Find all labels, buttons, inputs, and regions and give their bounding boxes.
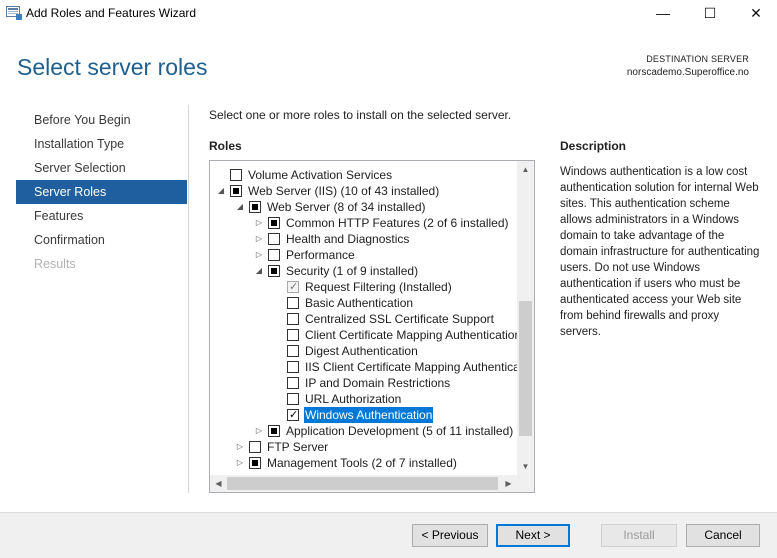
scroll-right-arrow-icon[interactable]: ▶ <box>500 475 517 492</box>
role-label[interactable]: URL Authorization <box>304 391 402 407</box>
maximize-button[interactable]: ☐ <box>687 0 733 28</box>
destination-server-name: norscademo.Superoffice.no <box>626 67 749 78</box>
role-checkbox[interactable] <box>230 185 242 197</box>
expand-arrow-icon[interactable]: ▷ <box>254 231 264 247</box>
role-checkbox[interactable] <box>249 441 261 453</box>
role-checkbox[interactable] <box>230 169 242 181</box>
role-label[interactable]: Digest Authentication <box>304 343 419 359</box>
cancel-button[interactable]: Cancel <box>686 524 760 547</box>
role-label[interactable]: IP and Domain Restrictions <box>304 375 451 391</box>
role-label[interactable]: Request Filtering (Installed) <box>304 279 453 295</box>
page-title: Select server roles <box>17 54 208 80</box>
role-checkbox[interactable] <box>287 377 299 389</box>
role-label[interactable]: Volume Activation Services <box>247 167 393 183</box>
role-label[interactable]: Windows Authentication <box>304 407 434 423</box>
title-bar: Add Roles and Features Wizard — ☐ ✕ <box>0 0 777 28</box>
scroll-left-arrow-icon[interactable]: ◀ <box>210 475 227 492</box>
install-button[interactable]: Install <box>601 524 677 547</box>
role-checkbox[interactable] <box>249 201 261 213</box>
role-label[interactable]: Web Server (IIS) (10 of 43 installed) <box>247 183 440 199</box>
role-checkbox[interactable] <box>249 457 261 469</box>
expand-arrow-icon[interactable]: ▷ <box>235 455 245 471</box>
role-checkbox[interactable] <box>268 265 280 277</box>
destination-server-label: DESTINATION SERVER <box>646 54 749 64</box>
role-label[interactable]: Performance <box>285 247 356 263</box>
role-label[interactable]: Common HTTP Features (2 of 6 installed) <box>285 215 510 231</box>
description-text: Windows authentication is a low cost aut… <box>560 166 760 338</box>
role-label[interactable]: Management Tools (2 of 7 installed) <box>266 455 458 471</box>
nav-item-server-selection[interactable]: Server Selection <box>16 156 187 180</box>
expand-arrow-icon[interactable]: ▷ <box>235 439 245 455</box>
nav-item-features[interactable]: Features <box>16 204 187 228</box>
role-label[interactable]: Client Certificate Mapping Authenticatio… <box>304 327 517 343</box>
role-checkbox[interactable] <box>268 217 280 229</box>
expand-arrow-icon[interactable]: ▷ <box>254 215 264 231</box>
collapse-arrow-icon[interactable]: ◢ <box>254 263 264 279</box>
minimize-button[interactable]: — <box>640 0 686 28</box>
horizontal-scrollbar[interactable]: ◀ ▶ <box>210 475 534 492</box>
role-checkbox[interactable] <box>268 233 280 245</box>
roles-tree[interactable]: Volume Activation Services ◢ Web Server (I… <box>209 160 535 493</box>
role-label[interactable]: FTP Server <box>266 439 329 455</box>
instructions-text: Select one or more roles to install on t… <box>209 108 512 122</box>
expand-arrow-icon[interactable]: ▷ <box>254 423 264 439</box>
role-label[interactable]: Basic Authentication <box>304 295 414 311</box>
nav-item-before-you-begin[interactable]: Before You Begin <box>16 108 187 132</box>
window-title: Add Roles and Features Wizard <box>26 6 197 20</box>
role-label[interactable]: Web Server (8 of 34 installed) <box>266 199 427 215</box>
role-checkbox[interactable] <box>268 249 280 261</box>
next-button[interactable]: Next > <box>496 524 570 547</box>
collapse-arrow-icon[interactable]: ◢ <box>235 199 245 215</box>
collapse-arrow-icon[interactable]: ◢ <box>216 183 226 199</box>
role-checkbox[interactable] <box>287 361 299 373</box>
role-label[interactable]: IIS Client Certificate Mapping Authentic… <box>304 359 517 375</box>
description-heading: Description <box>560 139 627 153</box>
expand-arrow-icon[interactable]: ▷ <box>254 247 264 263</box>
close-button[interactable]: ✕ <box>733 0 777 28</box>
role-checkbox[interactable] <box>287 393 299 405</box>
nav-item-results: Results <box>34 257 76 271</box>
role-checkbox[interactable] <box>287 408 299 422</box>
vertical-scroll-thumb[interactable] <box>519 301 532 436</box>
scrollbar-corner <box>517 475 534 492</box>
nav-item-confirmation[interactable]: Confirmation <box>16 228 187 252</box>
role-checkbox <box>287 280 299 294</box>
nav-item-installation-type[interactable]: Installation Type <box>16 132 187 156</box>
previous-button[interactable]: < Previous <box>412 524 488 547</box>
role-checkbox[interactable] <box>287 329 299 341</box>
roles-tree-rows: Volume Activation Services ◢ Web Server (I… <box>210 167 517 477</box>
roles-heading: Roles <box>209 139 242 153</box>
nav-divider <box>188 105 189 493</box>
role-label[interactable]: Health and Diagnostics <box>285 231 410 247</box>
nav-item-server-roles[interactable]: Server Roles <box>16 180 187 204</box>
role-checkbox[interactable] <box>287 345 299 357</box>
role-label[interactable]: Security (1 of 9 installed) <box>285 263 419 279</box>
role-label[interactable]: Centralized SSL Certificate Support <box>304 311 495 327</box>
scroll-down-arrow-icon[interactable]: ▼ <box>517 458 534 475</box>
role-checkbox[interactable] <box>268 425 280 437</box>
role-checkbox[interactable] <box>287 313 299 325</box>
wizard-steps-nav: Before You Begin Installation Type Server … <box>16 108 187 276</box>
scroll-up-arrow-icon[interactable]: ▲ <box>517 161 534 178</box>
role-label[interactable]: Application Development (5 of 11 install… <box>285 423 514 439</box>
horizontal-scroll-thumb[interactable] <box>227 477 498 490</box>
vertical-scrollbar[interactable]: ▲ ▼ <box>517 161 534 475</box>
server-manager-icon <box>6 6 22 20</box>
role-checkbox[interactable] <box>287 297 299 309</box>
